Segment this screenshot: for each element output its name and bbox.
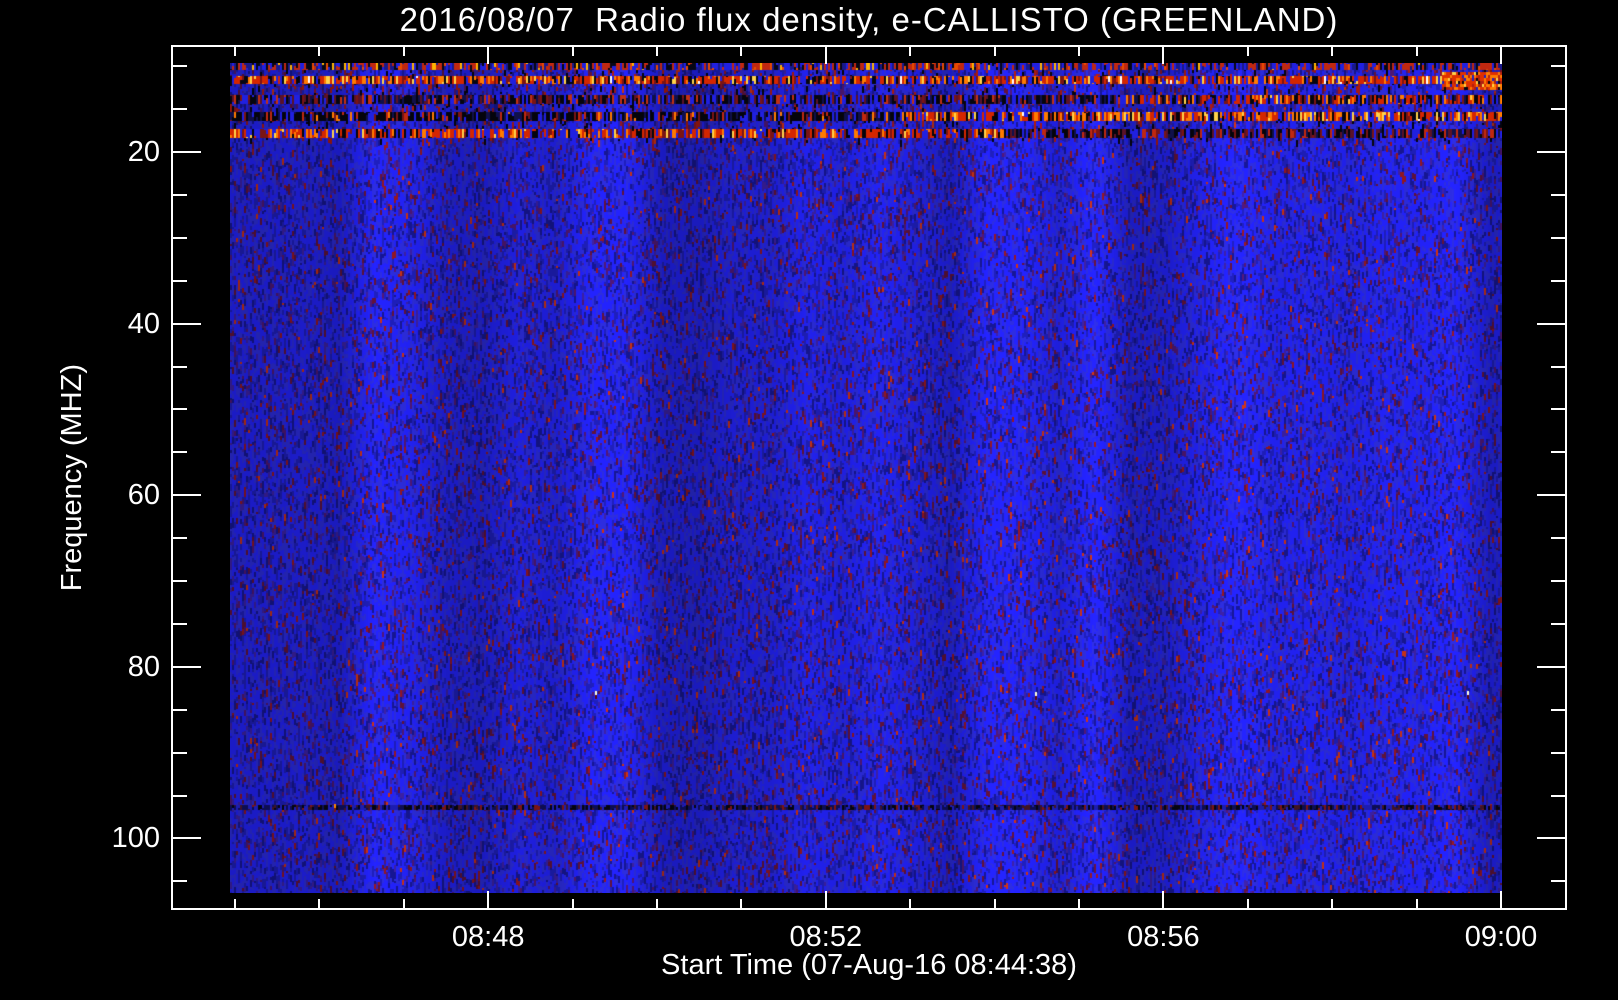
x-minor-tick <box>1246 899 1249 908</box>
x-minor-tick <box>1415 47 1418 56</box>
y-minor-tick <box>173 880 187 883</box>
x-major-tick <box>824 47 827 64</box>
y-tick-label: 40 <box>127 307 160 340</box>
x-major-tick <box>487 891 490 908</box>
y-minor-tick <box>1551 108 1565 111</box>
x-minor-tick <box>571 47 574 56</box>
x-minor-tick <box>909 899 912 908</box>
y-minor-tick <box>173 279 187 282</box>
x-minor-tick <box>740 899 743 908</box>
y-major-tick <box>173 151 201 153</box>
y-major-tick <box>1537 151 1565 153</box>
y-minor-tick <box>1551 580 1565 582</box>
x-major-tick <box>824 891 827 908</box>
y-minor-tick <box>1551 451 1565 454</box>
y-minor-tick <box>173 580 187 582</box>
y-major-tick <box>173 494 201 497</box>
y-major-tick <box>1537 322 1565 325</box>
x-major-tick <box>1162 891 1165 908</box>
x-minor-tick <box>402 899 405 908</box>
y-minor-tick <box>173 365 187 368</box>
y-major-tick <box>1537 494 1565 497</box>
chart-title: 2016/08/07 Radio flux density, e-CALLIST… <box>399 1 1339 38</box>
y-minor-tick <box>1551 193 1565 196</box>
y-axis-title: Frequency (MHZ) <box>55 363 88 592</box>
x-minor-tick <box>909 47 912 56</box>
y-tick-label: 100 <box>111 822 160 855</box>
y-tick-label: 80 <box>127 650 160 683</box>
y-major-tick <box>173 322 201 325</box>
plot-frame <box>171 45 1567 910</box>
x-minor-tick <box>318 899 321 908</box>
y-minor-tick <box>173 537 187 540</box>
x-major-tick <box>487 47 490 64</box>
y-axis-title-wrap: Frequency (MHZ) <box>50 45 94 910</box>
y-minor-tick <box>1551 751 1565 754</box>
x-major-tick <box>1500 891 1502 908</box>
x-minor-tick <box>1246 47 1249 56</box>
y-minor-tick <box>173 193 187 196</box>
y-minor-tick <box>1551 408 1565 411</box>
x-minor-tick <box>234 899 236 908</box>
x-minor-tick <box>234 47 236 56</box>
y-minor-tick <box>1551 622 1565 625</box>
spectrogram-figure: 2016/08/07 Radio flux density, e-CALLIST… <box>0 0 1618 1000</box>
y-minor-tick <box>173 708 187 711</box>
x-minor-tick <box>1331 899 1334 908</box>
x-minor-tick <box>1331 47 1334 56</box>
y-minor-tick <box>1551 236 1565 239</box>
y-minor-tick <box>173 794 187 797</box>
x-minor-tick <box>740 47 743 56</box>
y-minor-tick <box>1551 708 1565 711</box>
y-minor-tick <box>173 236 187 239</box>
y-minor-tick <box>173 65 187 68</box>
y-minor-tick <box>1551 794 1565 797</box>
y-minor-tick <box>1551 365 1565 368</box>
y-major-tick <box>173 837 201 840</box>
y-minor-tick <box>1551 880 1565 883</box>
y-tick-label: 20 <box>127 136 160 168</box>
x-minor-tick <box>656 899 658 908</box>
x-minor-tick <box>656 47 658 56</box>
y-minor-tick <box>1551 279 1565 282</box>
y-minor-tick <box>173 408 187 411</box>
x-minor-tick <box>1078 47 1080 56</box>
x-minor-tick <box>571 899 574 908</box>
x-major-tick <box>1500 47 1502 64</box>
x-minor-tick <box>1078 899 1080 908</box>
y-major-tick <box>1537 665 1565 668</box>
x-major-tick <box>1162 47 1165 64</box>
x-minor-tick <box>993 47 996 56</box>
x-minor-tick <box>993 899 996 908</box>
y-major-tick <box>1537 837 1565 840</box>
x-minor-tick <box>402 47 405 56</box>
y-minor-tick <box>173 108 187 111</box>
y-minor-tick <box>173 622 187 625</box>
y-tick-label: 60 <box>127 479 160 512</box>
x-minor-tick <box>1415 899 1418 908</box>
y-minor-tick <box>1551 65 1565 68</box>
y-minor-tick <box>1551 537 1565 540</box>
y-minor-tick <box>173 751 187 754</box>
y-major-tick <box>173 665 201 668</box>
y-minor-tick <box>173 451 187 454</box>
x-minor-tick <box>318 47 321 56</box>
x-axis-title: Start Time (07-Aug-16 08:44:38) <box>661 949 1077 981</box>
